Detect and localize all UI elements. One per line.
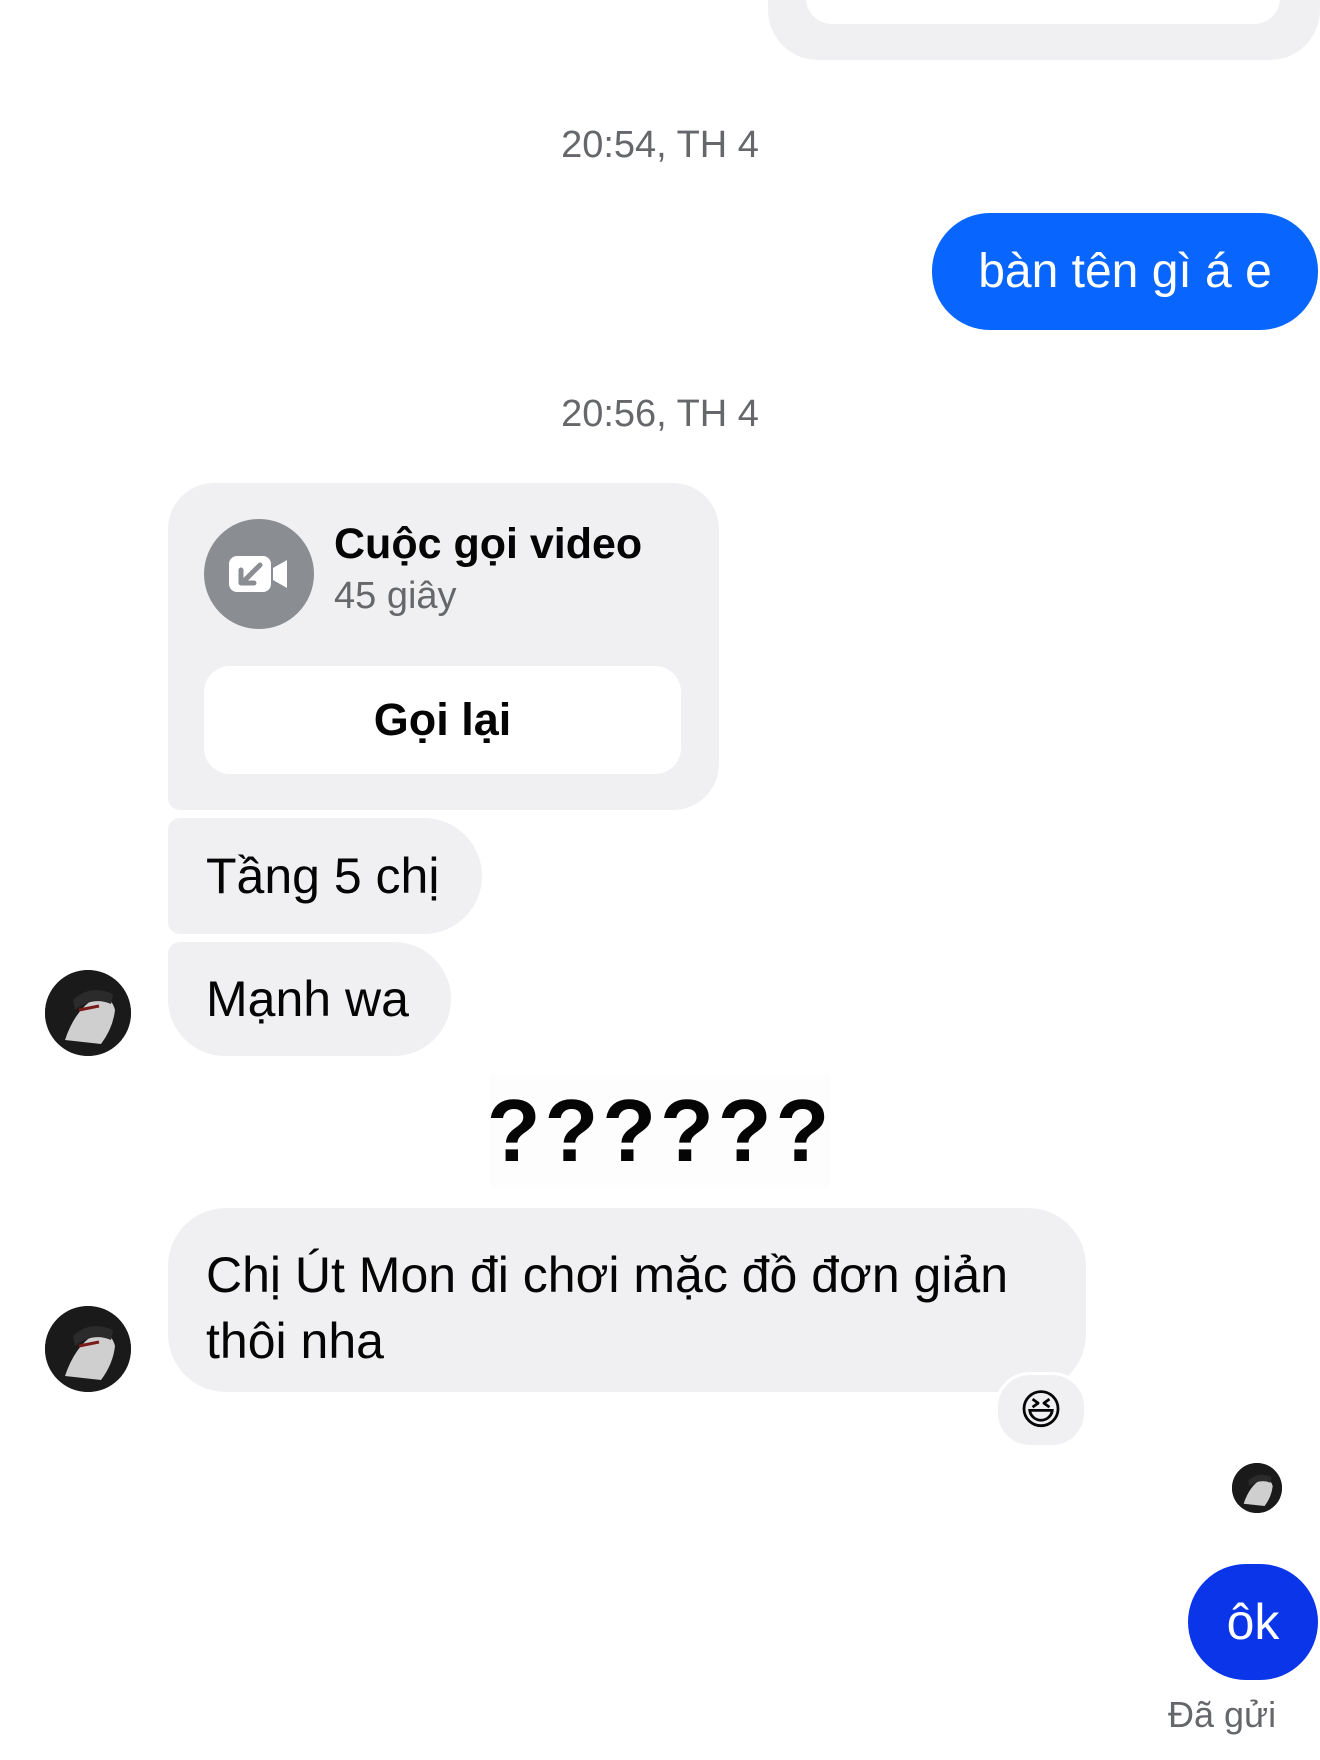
laughing-emoji-icon: 😆 bbox=[1019, 1386, 1063, 1433]
contact-avatar[interactable] bbox=[45, 1306, 131, 1392]
call-duration: 45 giây bbox=[334, 575, 457, 617]
call-back-button[interactable]: Gọi lại bbox=[204, 666, 681, 774]
contact-avatar[interactable] bbox=[45, 970, 131, 1056]
call-title: Cuộc gọi video bbox=[334, 520, 643, 568]
previous-message-inner-card bbox=[806, 0, 1280, 24]
avatar-portrait-icon bbox=[45, 970, 131, 1056]
video-call-icon-circle bbox=[204, 519, 314, 629]
received-message-bubble[interactable]: Tầng 5 chị bbox=[168, 818, 482, 934]
timestamp: 20:56, TH 4 bbox=[561, 393, 759, 435]
question-marks-message[interactable]: ?????? bbox=[487, 1075, 830, 1187]
sent-message-bubble[interactable]: ôk bbox=[1188, 1564, 1318, 1680]
avatar-portrait-icon bbox=[45, 1306, 131, 1392]
video-camera-incoming-icon bbox=[229, 556, 287, 592]
message-reaction[interactable]: 😆 bbox=[995, 1372, 1087, 1448]
sent-message-bubble[interactable]: bàn tên gì á e bbox=[932, 213, 1318, 330]
seen-receipt-avatar bbox=[1232, 1463, 1282, 1513]
received-message-bubble[interactable]: Mạnh wa bbox=[168, 942, 451, 1056]
timestamp: 20:54, TH 4 bbox=[561, 124, 759, 166]
message-status: Đã gửi bbox=[1168, 1694, 1277, 1735]
avatar-portrait-icon bbox=[1232, 1463, 1282, 1513]
received-message-bubble[interactable]: Chị Út Mon đi chơi mặc đồ đơn giản thôi … bbox=[168, 1208, 1086, 1392]
